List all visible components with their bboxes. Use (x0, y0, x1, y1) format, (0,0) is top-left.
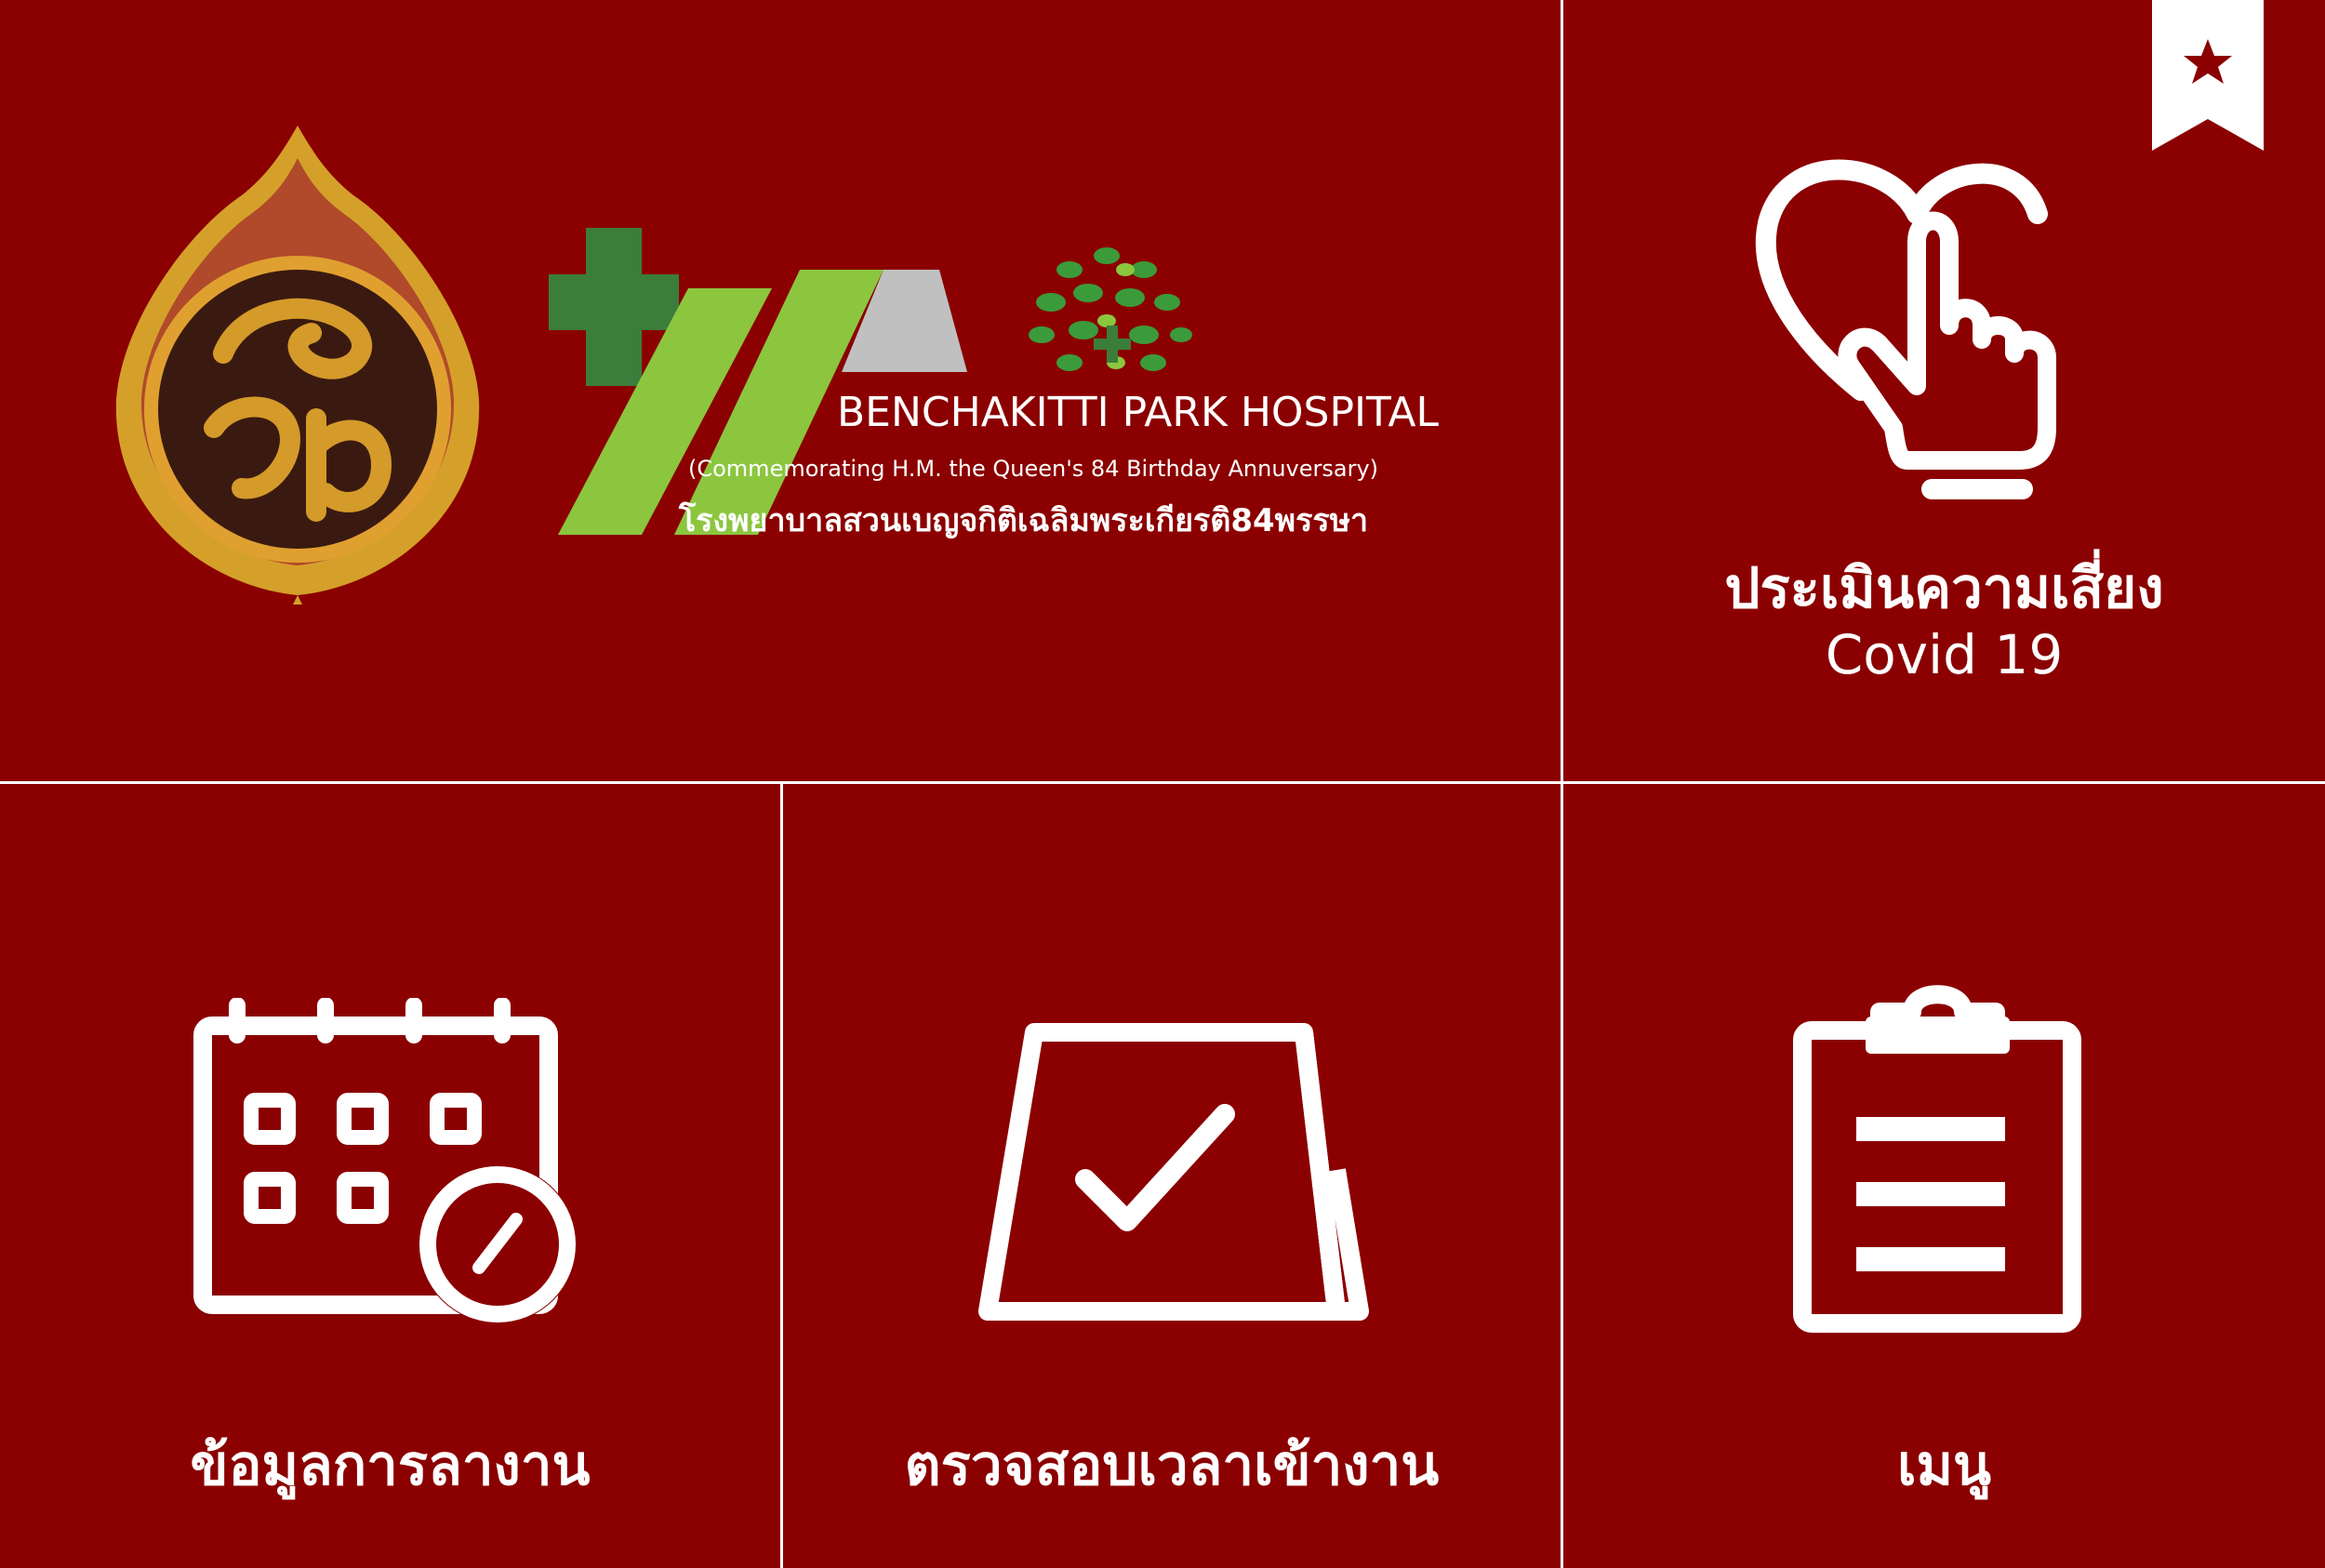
grid-divider-vertical-bottom-left (780, 784, 783, 1568)
bookmark-star-icon[interactable] (2152, 0, 2264, 153)
hospital-subtitle-en: (Commemorating H.M. the Queen's 84 Birth… (688, 456, 1379, 482)
grid-divider-vertical-bottom-right (1561, 784, 1563, 1568)
heart-hand-icon (1755, 159, 2056, 499)
menu-tile-label: เมนู (1896, 1433, 1992, 1498)
hospital-name-en: BENCHAKITTI PARK HOSPITAL (837, 389, 1440, 436)
covid-assessment-tile[interactable]: ประเมินความเสี่ยง Covid 19 (1563, 0, 2325, 781)
clipboard-list-icon (1793, 985, 2081, 1333)
grid-divider-vertical-top (1561, 0, 1563, 784)
thai-ministry-emblem-icon (115, 126, 480, 605)
calendar-clock-icon (193, 998, 577, 1323)
calendar-check-icon (978, 1023, 1369, 1321)
hospital-name-th: โรงพยาบาลสวนเบญจกิติเฉลิมพระเกียรติ84พรร… (679, 502, 1369, 539)
menu-tile[interactable]: เมนู (1563, 784, 2325, 1568)
grid-divider-horizontal (0, 781, 2325, 784)
header-logo-area: BENCHAKITTI PARK HOSPITAL (Commemorating… (0, 0, 1561, 781)
covid-tile-label-line1: ประเมินความเสี่ยง (1724, 556, 2164, 621)
leave-tile-label: ข้อมูลการลางาน (190, 1433, 591, 1498)
leave-info-tile[interactable]: ข้อมูลการลางาน (0, 784, 780, 1568)
attendance-tile-label: ตรวจสอบเวลาเข้างาน (904, 1433, 1440, 1498)
covid-tile-label-line2: Covid 19 (1825, 623, 2064, 686)
attendance-check-tile[interactable]: ตรวจสอบเวลาเข้างาน (783, 784, 1561, 1568)
